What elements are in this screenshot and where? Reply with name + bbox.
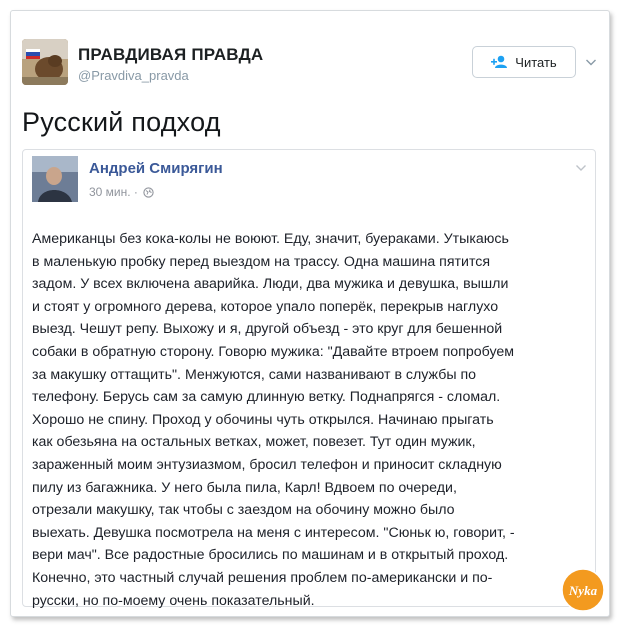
follow-button-label: Читать xyxy=(515,54,557,70)
account-avatar[interactable] xyxy=(22,39,68,85)
post-time[interactable]: 30 мин. · xyxy=(89,185,138,199)
tweet-card: ПРАВДИВАЯ ПРАВДА @Pravdiva_pravda Читать… xyxy=(10,10,610,617)
account-display-name[interactable]: ПРАВДИВАЯ ПРАВДА xyxy=(78,45,263,65)
post-author-avatar[interactable] xyxy=(32,156,78,202)
post-body-text: Американцы без кока-колы не воюют. Еду, … xyxy=(32,231,515,609)
account-handle[interactable]: @Pravdiva_pravda xyxy=(78,68,189,83)
svg-text:Nyka: Nyka xyxy=(568,583,598,598)
post-author-name[interactable]: Андрей Смирягин xyxy=(89,160,223,177)
follow-button[interactable]: Читать xyxy=(472,46,576,78)
quoted-facebook-post[interactable]: Андрей Смирягин 30 мин. · Американцы без… xyxy=(22,149,596,609)
tweet-text: Русский подход xyxy=(22,107,221,137)
chevron-down-icon[interactable] xyxy=(585,55,597,67)
watermark-logo: Nyka xyxy=(561,568,605,612)
follow-person-icon xyxy=(491,55,509,69)
post-meta: 30 мин. · xyxy=(89,185,154,199)
chevron-down-icon[interactable] xyxy=(575,160,587,171)
globe-icon xyxy=(143,186,154,198)
